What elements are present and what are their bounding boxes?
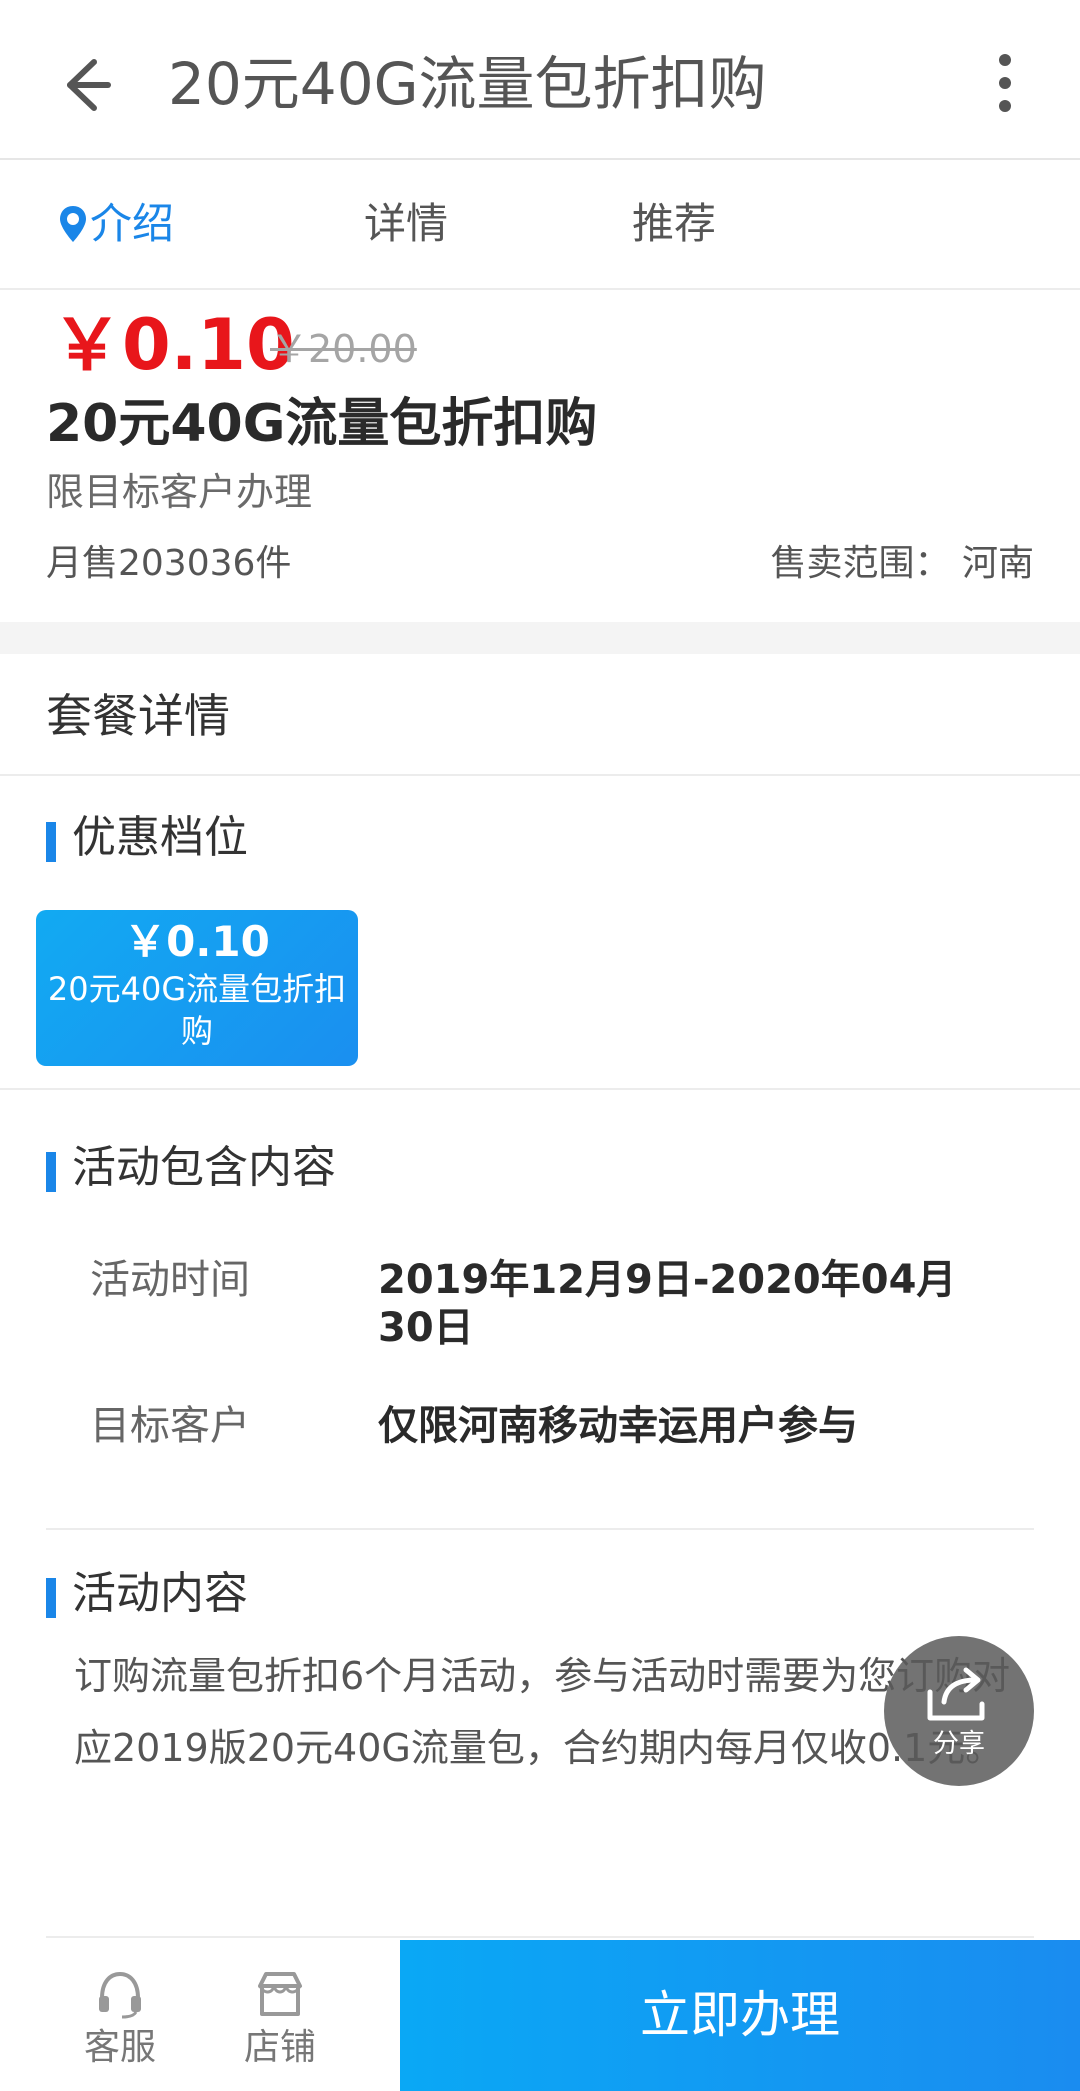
apply-now-button[interactable]: 立即办理 — [400, 1940, 1080, 2091]
back-arrow-icon[interactable] — [50, 50, 120, 120]
tier-name: 20元40G流量包折扣购 — [47, 970, 347, 1050]
page-title: 20元40G流量包折扣购 — [168, 50, 767, 118]
product-detail-page: 20元40G流量包折扣购 介绍 详情 推荐 ￥0.10 ￥20.00 20元40… — [0, 0, 1080, 2091]
current-price: ￥0.10 — [52, 304, 295, 386]
tier-section-title: 优惠档位 — [46, 808, 248, 868]
share-icon — [927, 1667, 985, 1721]
product-subtitle: 限目标客户办理 — [46, 470, 313, 514]
section-gap — [0, 622, 1080, 654]
app-header: 20元40G流量包折扣购 — [0, 0, 1080, 160]
headset-icon — [99, 1971, 141, 2019]
target-customer-value: 仅限河南移动幸运用户参与 — [378, 1403, 858, 1449]
store-icon — [258, 1972, 302, 2016]
customer-service-button[interactable]: 客服 — [40, 1940, 200, 2091]
activity-content-title: 活动内容 — [46, 1564, 248, 1624]
activity-section-title: 活动包含内容 — [46, 1138, 336, 1198]
more-vertical-icon[interactable] — [990, 48, 1020, 118]
share-button[interactable]: 分享 — [884, 1636, 1034, 1786]
package-details-header: 套餐详情 — [0, 654, 1080, 776]
tab-detail[interactable]: 详情 — [364, 194, 448, 254]
tab-intro[interactable]: 介绍 — [58, 194, 174, 254]
store-label: 店铺 — [243, 2027, 316, 2068]
package-details-title: 套餐详情 — [46, 689, 230, 743]
product-title: 20元40G流量包折扣购 — [46, 394, 598, 454]
activity-time-label: 活动时间 — [90, 1257, 250, 1303]
divider — [46, 1528, 1034, 1530]
tab-recommend[interactable]: 推荐 — [632, 194, 716, 254]
target-customer-label: 目标客户 — [90, 1403, 250, 1449]
activity-time-value: 2019年12月9日-2020年04月30日 — [378, 1257, 957, 1351]
divider — [0, 1088, 1080, 1090]
share-label: 分享 — [932, 1729, 985, 1759]
location-pin-icon — [60, 206, 86, 242]
store-button[interactable]: 店铺 — [200, 1940, 360, 2091]
tab-intro-label: 介绍 — [90, 199, 175, 248]
customer-service-label: 客服 — [83, 2027, 156, 2068]
tier-option-card[interactable]: ￥0.10 20元40G流量包折扣购 — [36, 910, 358, 1066]
original-price: ￥20.00 — [270, 327, 417, 371]
divider — [46, 1936, 1034, 1938]
monthly-sales: 月售203036件 — [46, 543, 292, 584]
tab-bar: 介绍 详情 推荐 — [0, 162, 1080, 290]
tier-price: ￥0.10 — [124, 917, 270, 966]
product-summary: ￥0.10 ￥20.00 20元40G流量包折扣购 限目标客户办理 月售2030… — [0, 292, 1080, 622]
sale-range: 售卖范围： 河南 — [770, 543, 1034, 584]
